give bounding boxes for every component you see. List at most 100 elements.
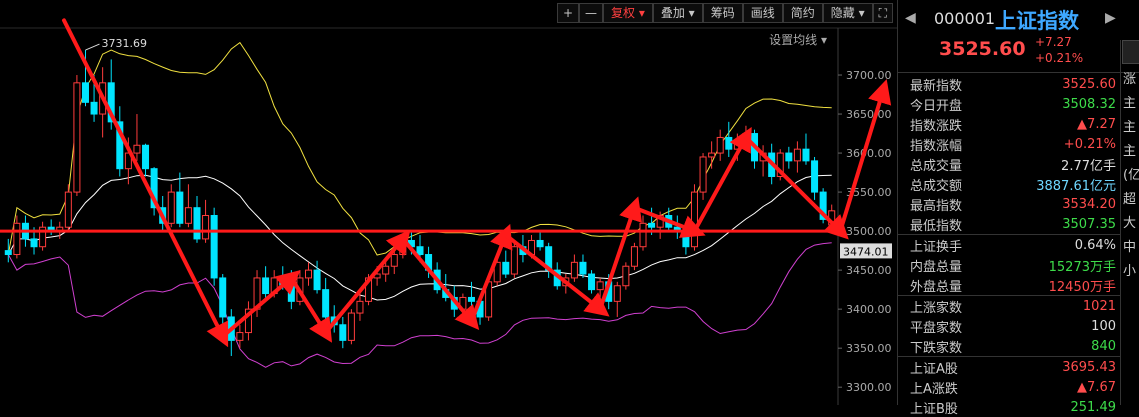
candle-body bbox=[64, 191, 72, 228]
zoom-out-button[interactable]: — bbox=[579, 3, 604, 23]
candle-body bbox=[416, 246, 424, 256]
draw-line-button[interactable]: 画线 bbox=[742, 3, 783, 23]
next-stock-icon[interactable]: ▶ bbox=[1105, 10, 1116, 26]
candle-body bbox=[390, 254, 398, 267]
candle-body bbox=[202, 215, 210, 240]
side-strip-item[interactable]: 涨 bbox=[1121, 68, 1139, 92]
candle-body bbox=[236, 332, 244, 341]
y-tick-label: 3500.00 bbox=[846, 225, 892, 238]
candle-body bbox=[639, 222, 647, 248]
trend-arrow bbox=[62, 18, 229, 348]
quote-row-label: 上证A股 bbox=[910, 361, 958, 377]
last-price: 3525.60 bbox=[939, 38, 1026, 60]
candle-body bbox=[356, 300, 364, 314]
side-scroll-handle[interactable] bbox=[1122, 40, 1139, 64]
quote-row: 最新指数 3525.60 bbox=[898, 74, 1120, 94]
zoom-in-button[interactable]: + bbox=[556, 3, 580, 23]
candle-body bbox=[502, 261, 510, 275]
upper-band-line bbox=[7, 41, 832, 256]
quote-row: 下跌家数 840 bbox=[898, 336, 1120, 356]
trend-arrow bbox=[743, 135, 849, 240]
candle-body bbox=[287, 285, 295, 302]
quote-row: 内盘总量 15273万手 bbox=[898, 255, 1120, 275]
quote-row: 最高指数 3534.20 bbox=[898, 194, 1120, 214]
quote-row-label: 指数涨幅 bbox=[910, 138, 963, 154]
kline-chart[interactable]: 3700.003650.003600.003550.003500.003450.… bbox=[0, 0, 897, 405]
candle-body bbox=[630, 246, 638, 267]
high-annotation-label: 3731.69 bbox=[101, 37, 146, 50]
candle-body bbox=[304, 269, 312, 279]
candle-body bbox=[322, 289, 330, 318]
quote-row: 上A涨跌 ▲7.67 bbox=[898, 377, 1120, 397]
y-tick-label: 3400.00 bbox=[846, 303, 892, 316]
candle-body bbox=[510, 246, 518, 275]
candle-body bbox=[725, 136, 733, 150]
simple-mode-button[interactable]: 简约 bbox=[782, 3, 823, 23]
candle-body bbox=[133, 144, 141, 154]
side-strip-item[interactable]: 大 bbox=[1121, 212, 1139, 236]
prev-stock-icon[interactable]: ◀ bbox=[905, 10, 916, 26]
change-value: +7.27 bbox=[1035, 35, 1072, 49]
change-percent: +0.21% bbox=[1035, 51, 1084, 65]
quote-header: ◀ 000001 上证指数 ▶ 3525.60 +7.27 +0.21% bbox=[898, 0, 1139, 73]
candle-body bbox=[210, 215, 218, 279]
fuquan-dropdown[interactable]: 复权 ▾ bbox=[603, 3, 653, 23]
candle-body bbox=[588, 273, 596, 291]
stock-code: 000001 bbox=[934, 9, 996, 28]
candle-body bbox=[793, 148, 801, 162]
side-strip-item[interactable]: 超 bbox=[1121, 188, 1139, 212]
candle-body bbox=[142, 144, 150, 170]
candle-body bbox=[73, 82, 81, 193]
side-strip-item[interactable]: 小 bbox=[1121, 260, 1139, 284]
quote-row-value: 3508.32 bbox=[1062, 96, 1116, 112]
kline-chart-area[interactable]: 3700.00 3650.00 3600.00 3550.00 3500.00 3450.… bbox=[0, 0, 897, 405]
quote-row: 上证换手 0.64% bbox=[898, 234, 1120, 255]
quote-row-value: 3887.61亿元 bbox=[1036, 178, 1116, 194]
quote-row-label: 最新指数 bbox=[910, 78, 963, 94]
candle-body bbox=[579, 261, 587, 275]
fullscreen-icon[interactable]: ⛶ bbox=[872, 3, 893, 23]
candle-body bbox=[613, 285, 621, 302]
candle-body bbox=[193, 207, 201, 240]
side-strip-item[interactable]: 主 bbox=[1121, 92, 1139, 116]
side-strip-item[interactable]: 中 bbox=[1121, 236, 1139, 260]
candle-body bbox=[536, 239, 544, 248]
quote-row-value: 3525.60 bbox=[1062, 76, 1116, 92]
side-strip-item[interactable]: 主 bbox=[1121, 140, 1139, 164]
hide-dropdown[interactable]: 隐藏 ▾ bbox=[822, 3, 873, 23]
quote-row-value: 2.77亿手 bbox=[1061, 158, 1116, 174]
quote-row-value: 3534.20 bbox=[1062, 196, 1116, 212]
candle-body bbox=[219, 277, 227, 318]
quote-row-value: 100 bbox=[1091, 318, 1116, 334]
quote-row-value: 840 bbox=[1091, 338, 1116, 354]
candle-body bbox=[4, 250, 12, 256]
y-tick-label: 3350.00 bbox=[846, 342, 892, 355]
candle-body bbox=[811, 160, 819, 193]
quote-row-value: 15273万手 bbox=[1048, 259, 1116, 275]
high-annotation-pointer bbox=[85, 43, 100, 51]
candle-body bbox=[690, 191, 698, 248]
quote-row-label: 指数涨跌 bbox=[910, 118, 963, 134]
candle-body bbox=[802, 148, 810, 162]
quote-row: 平盘家数 100 bbox=[898, 316, 1120, 336]
candle-body bbox=[13, 222, 21, 256]
quote-row-label: 平盘家数 bbox=[910, 320, 963, 336]
side-strip-item[interactable]: (亿 bbox=[1121, 164, 1139, 188]
side-strip-item[interactable]: 主 bbox=[1121, 116, 1139, 140]
quote-row-value: 0.64% bbox=[1074, 237, 1116, 253]
overlay-dropdown[interactable]: 叠加 ▾ bbox=[652, 3, 703, 23]
candle-body bbox=[176, 191, 184, 224]
quote-row-value: 1021 bbox=[1082, 298, 1116, 314]
y-tick-label: 3450.00 bbox=[846, 264, 892, 277]
quote-row-value: 3695.43 bbox=[1062, 359, 1116, 375]
quote-row: 上证A股 3695.43 bbox=[898, 356, 1120, 377]
candle-body bbox=[313, 269, 321, 291]
candle-body bbox=[596, 281, 604, 291]
chip-distribution-button[interactable]: 筹码 bbox=[702, 3, 743, 23]
candle-body bbox=[81, 82, 89, 103]
ma-setting-dropdown[interactable]: 设置均线 ▾ bbox=[769, 31, 827, 48]
candle-body bbox=[339, 324, 347, 341]
quote-row-value: ▲7.27 bbox=[1077, 116, 1116, 132]
candle-body bbox=[699, 156, 707, 193]
y-tick-label: 3300.00 bbox=[846, 381, 892, 394]
